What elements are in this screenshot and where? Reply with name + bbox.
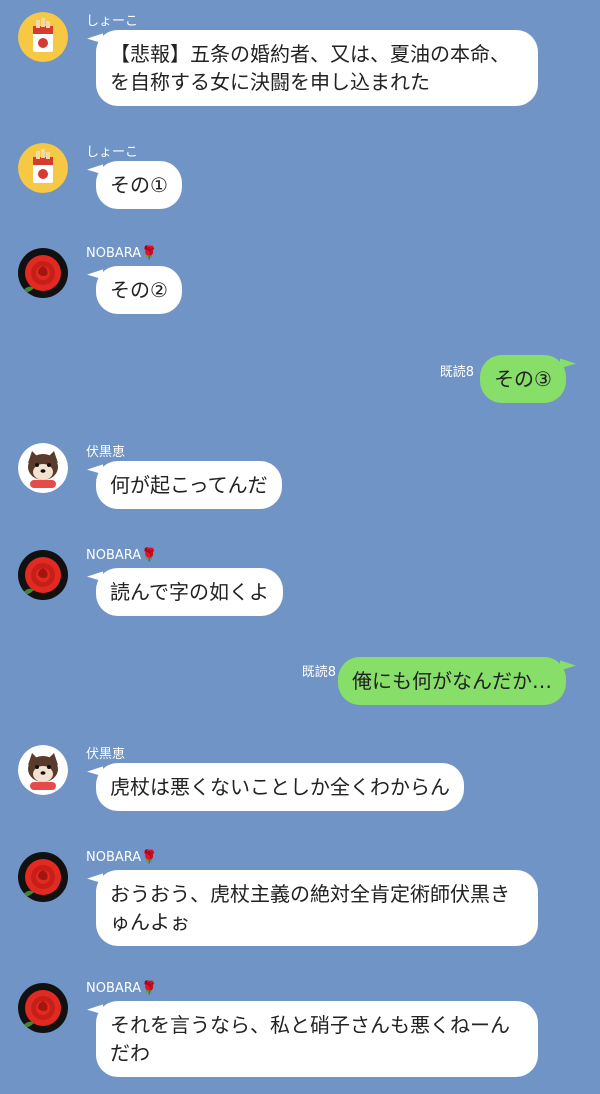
red-rose-icon[interactable] — [18, 852, 68, 902]
sender-name: しょーこ — [86, 14, 139, 29]
message-bubble[interactable]: その① — [96, 161, 182, 209]
read-receipt: 既読8 — [439, 365, 474, 380]
message-bubble[interactable]: 【悲報】五条の婚約者、又は、夏油の本命、 を自称する女に決闘を申し込まれた — [96, 30, 538, 106]
red-rose-icon[interactable] — [18, 983, 68, 1033]
sender-name: NOBARA🌹 — [86, 246, 158, 261]
message-bubble[interactable]: それを言うなら、私と硝子さんも悪くねーん だわ — [96, 1001, 538, 1077]
message-bubble[interactable]: その③ — [480, 355, 566, 403]
message-bubble[interactable]: その② — [96, 266, 182, 314]
read-receipt: 既読8 — [301, 665, 336, 680]
message-bubble[interactable]: 俺にも何がなんだか… — [338, 657, 566, 705]
sender-name: しょーこ — [86, 145, 139, 160]
sender-name: 伏黒恵 — [86, 445, 126, 460]
message-bubble[interactable]: 何が起こってんだ — [96, 461, 282, 509]
sender-name: NOBARA🌹 — [86, 850, 158, 865]
shiba-dog-icon[interactable] — [18, 745, 68, 795]
message-bubble[interactable]: 読んで字の如くよ — [96, 568, 283, 616]
red-rose-icon[interactable] — [18, 248, 68, 298]
chat-room[interactable]: しょーこ 【悲報】五条の婚約者、又は、夏油の本命、 を自称する女に決闘を申し込ま… — [0, 0, 600, 1094]
cigarette-pack-icon[interactable] — [18, 12, 68, 62]
shiba-dog-icon[interactable] — [18, 443, 68, 493]
sender-name: NOBARA🌹 — [86, 981, 158, 996]
red-rose-icon[interactable] — [18, 550, 68, 600]
message-bubble[interactable]: 虎杖は悪くないことしか全くわからん — [96, 763, 464, 811]
message-bubble[interactable]: おうおう、虎杖主義の絶対全肯定術師伏黒き ゅんよぉ — [96, 870, 538, 946]
cigarette-pack-icon[interactable] — [18, 143, 68, 193]
sender-name: NOBARA🌹 — [86, 548, 158, 563]
sender-name: 伏黒恵 — [86, 747, 126, 762]
